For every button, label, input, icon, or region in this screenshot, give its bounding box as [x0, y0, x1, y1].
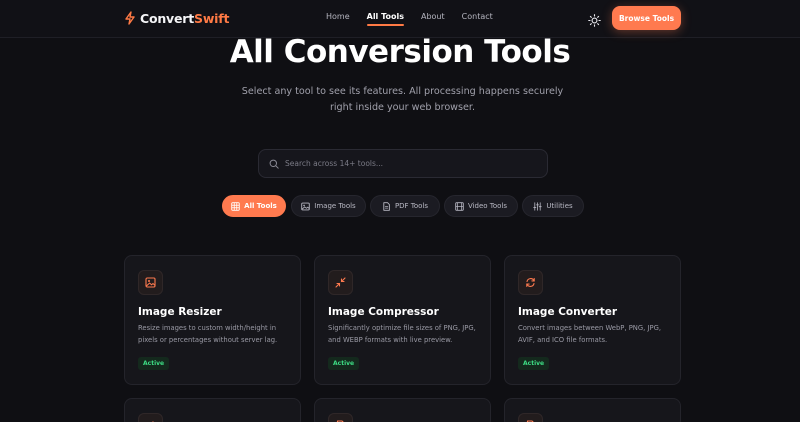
image-icon [145, 277, 156, 288]
compress-icon [335, 277, 346, 288]
filter-label: Image Tools [314, 202, 356, 210]
card-description: Significantly optimize file sizes of PNG… [328, 324, 476, 344]
page-subtitle: Select any tool to see its features. All… [241, 86, 564, 113]
filter-label: Utilities [546, 202, 573, 210]
filter-label: PDF Tools [394, 202, 429, 210]
brand-logo[interactable]: ConvertSwift [124, 10, 229, 26]
page-title: All Conversion Tools [229, 34, 571, 70]
search-box [258, 149, 548, 178]
lightning-icon [125, 11, 135, 25]
navbar: ConvertSwift Home All Tools About Contac… [0, 0, 800, 38]
sun-icon [588, 14, 601, 27]
document-icon [383, 201, 390, 211]
sliders-icon [533, 201, 542, 211]
brand-name: ConvertSwift [140, 10, 230, 26]
search-input[interactable] [285, 159, 525, 168]
card-title: Image Compressor [328, 306, 439, 318]
nav-link-contact[interactable]: Contact [462, 12, 493, 21]
search-icon [269, 159, 279, 169]
card-title: Image Resizer [138, 306, 222, 318]
card-icon-wrap [518, 270, 543, 295]
filter-image-tools[interactable]: Image Tools [291, 195, 366, 217]
filter-utilities[interactable]: Utilities [522, 195, 584, 217]
nav-link-home[interactable]: Home [326, 12, 350, 21]
filter-label: All Tools [244, 202, 277, 210]
card-icon-wrap [138, 413, 163, 422]
card-description: Resize images to custom width/height in … [138, 324, 278, 344]
browse-tools-button[interactable]: Browse Tools [612, 6, 681, 30]
film-icon [455, 201, 464, 211]
filter-pdf-tools[interactable]: PDF Tools [370, 195, 440, 217]
card-icon-wrap [328, 270, 353, 295]
tool-card[interactable] [124, 398, 301, 422]
card-icon-wrap [518, 413, 543, 422]
grid-icon [231, 201, 240, 211]
tool-card-image-compressor[interactable]: Image Compressor Significantly optimize … [314, 255, 491, 385]
card-icon-wrap [138, 270, 163, 295]
card-description: Convert images between WebP, PNG, JPG, A… [518, 324, 661, 344]
tool-card[interactable] [504, 398, 681, 422]
tool-card[interactable] [314, 398, 491, 422]
theme-toggle-button[interactable] [588, 12, 601, 27]
nav-link-about[interactable]: About [421, 12, 445, 21]
tool-card-image-converter[interactable]: Image Converter Convert images between W… [504, 255, 681, 385]
status-badge: Active [518, 357, 550, 370]
nav-link-all-tools[interactable]: All Tools [366, 12, 405, 26]
tool-card-image-resizer[interactable]: Image Resizer Resize images to custom wi… [124, 255, 301, 385]
card-title: Image Converter [518, 306, 618, 318]
filter-video-tools[interactable]: Video Tools [444, 195, 518, 217]
status-badge: Active [328, 357, 360, 370]
refresh-icon [526, 278, 535, 287]
filter-label: Video Tools [467, 202, 508, 210]
status-badge: Active [138, 357, 170, 370]
card-icon-wrap [328, 413, 353, 422]
nav-links: Home All Tools About Contact [326, 12, 510, 26]
image-icon [301, 202, 311, 210]
filter-all-tools[interactable]: All Tools [222, 195, 286, 217]
